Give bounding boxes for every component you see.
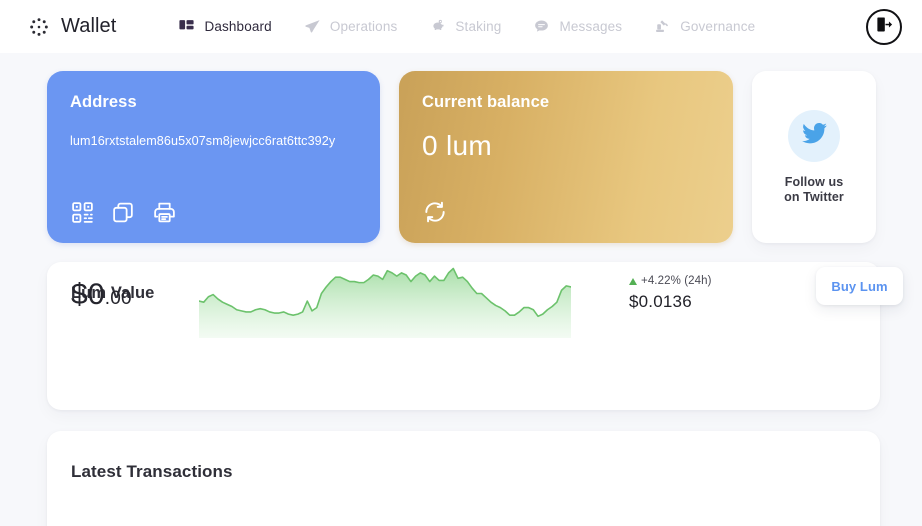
nav-item-governance[interactable]: Governance — [638, 12, 771, 41]
twitter-bird-icon — [801, 120, 828, 152]
nav-item-dashboard[interactable]: Dashboard — [162, 12, 287, 41]
twitter-icon-circle — [788, 110, 840, 162]
summary-cards-row: Address lum16rxtstalem86u5x07sm8jewjcc6r… — [47, 71, 880, 243]
refresh-icon[interactable] — [422, 199, 448, 225]
address-card-title: Address — [70, 93, 137, 111]
copy-icon[interactable] — [111, 200, 136, 225]
lum-change-block: +4.22% (24h) $0.0136 — [629, 275, 712, 312]
brand-name: Wallet — [61, 15, 117, 37]
piggy-bank-icon — [429, 18, 446, 35]
sparkline-svg — [199, 267, 571, 338]
follow-twitter-card[interactable]: Follow us on Twitter — [752, 71, 876, 243]
latest-transactions-card: Latest Transactions — [47, 431, 880, 526]
chat-bubble-icon — [533, 18, 550, 35]
logout-button[interactable] — [866, 8, 902, 45]
nav-item-messages[interactable]: Messages — [517, 12, 638, 41]
gavel-icon — [654, 18, 671, 35]
nav-item-staking[interactable]: Staking — [413, 12, 517, 41]
paper-plane-icon — [304, 18, 321, 35]
qr-code-icon[interactable] — [70, 200, 95, 225]
print-icon[interactable] — [152, 200, 177, 225]
nav-label-staking: Staking — [455, 19, 502, 34]
dashboard-grid-icon — [178, 18, 195, 35]
current-balance-card: Current balance 0 lum — [399, 71, 733, 243]
page-content: Address lum16rxtstalem86u5x07sm8jewjcc6r… — [0, 53, 922, 526]
wallet-address-text[interactable]: lum16rxtstalem86u5x07sm8jewjcc6rat6ttc39… — [70, 133, 357, 150]
address-actions — [70, 200, 177, 225]
balance-amount: 0 lum — [422, 130, 492, 161]
nav-label-dashboard: Dashboard — [204, 19, 272, 34]
nav-item-operations[interactable]: Operations — [288, 12, 414, 41]
lum-price-sparkline-chart — [199, 262, 571, 338]
lum-change-line: +4.22% (24h) — [629, 275, 712, 287]
address-card: Address lum16rxtstalem86u5x07sm8jewjcc6r… — [47, 71, 380, 243]
nav-label-messages: Messages — [559, 19, 623, 34]
lum-price-display: $0.00 — [71, 280, 132, 310]
brand-logo-group[interactable]: Wallet — [28, 15, 116, 38]
nav-label-operations: Operations — [329, 19, 398, 34]
lum-market-price: $0.0136 — [629, 292, 692, 311]
buy-lum-button[interactable]: Buy Lum — [816, 267, 903, 305]
lum-price-whole: $0 — [71, 278, 105, 311]
lum-price-cents: .00 — [104, 288, 132, 309]
lum-change-percent: +4.22% (24h) — [641, 275, 712, 287]
lum-value-card: Lum Value $0.00 +4.22% (24h) $0.0136 Buy… — [47, 262, 903, 410]
top-navigation-bar: Wallet Dashboard Operations Staking Mess… — [0, 0, 922, 53]
latest-transactions-title: Latest Transactions — [71, 462, 233, 481]
twitter-card-label: Follow us on Twitter — [784, 175, 844, 204]
main-nav: Dashboard Operations Staking Messages Go… — [162, 12, 771, 41]
balance-card-title: Current balance — [422, 93, 550, 111]
nav-label-governance: Governance — [680, 19, 756, 34]
logout-icon — [875, 15, 894, 39]
dotted-circle-logo-icon — [28, 16, 50, 38]
triangle-up-icon — [629, 277, 637, 285]
